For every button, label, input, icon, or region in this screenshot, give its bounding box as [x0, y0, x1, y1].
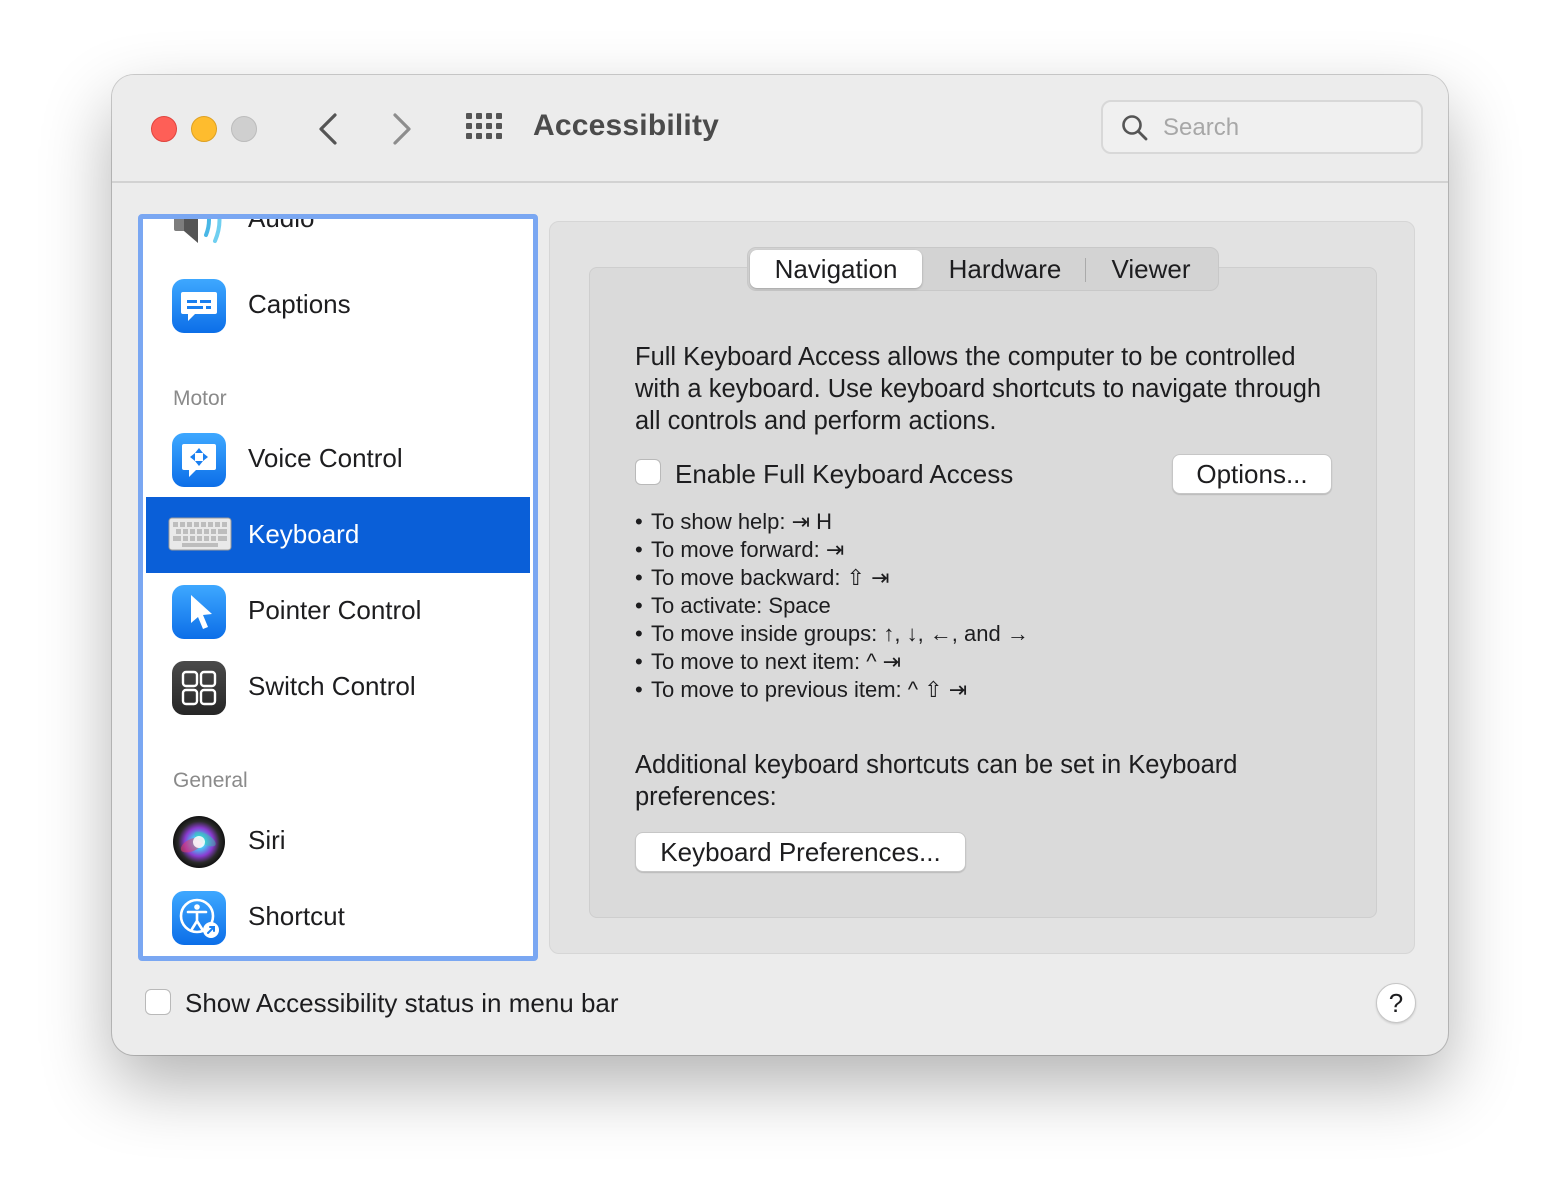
- search-field[interactable]: [1101, 100, 1423, 154]
- zoom-button[interactable]: [231, 116, 257, 142]
- sidebar-item-label: Voice Control: [248, 443, 403, 473]
- close-button[interactable]: [151, 116, 177, 142]
- shortcut-list: • To show help: ⇥ H • To move forward: ⇥ •…: [635, 508, 1335, 704]
- description-text: Full Keyboard Access allows the computer…: [635, 343, 1322, 435]
- list-item: • To activate: Space: [635, 593, 831, 618]
- options-button[interactable]: Options...: [1172, 454, 1332, 494]
- tab-navigation[interactable]: Navigation: [750, 250, 922, 288]
- list-item: • To move inside groups: ↑, ↓, ←, and →: [635, 621, 1029, 646]
- list-item: • To move forward: ⇥: [635, 537, 845, 562]
- voice-control-icon: [172, 433, 226, 487]
- back-button[interactable]: [308, 107, 348, 151]
- sidebar-item-label: Audio: [248, 214, 315, 233]
- search-input[interactable]: [1161, 110, 1415, 146]
- show-status-label: Show Accessibility status in menu bar: [185, 988, 619, 1018]
- chevron-left-icon: [319, 113, 337, 145]
- sidebar-item-shortcut[interactable]: Shortcut: [146, 879, 530, 955]
- accessibility-shortcut-icon: [172, 891, 226, 945]
- sidebar-item-label: Captions: [248, 289, 351, 319]
- forward-button[interactable]: [382, 107, 422, 151]
- captions-icon: [172, 279, 226, 333]
- sidebar-item-switch-control[interactable]: Switch Control: [146, 649, 530, 725]
- window-title: Accessibility: [533, 109, 720, 142]
- question-mark-icon: ?: [1388, 987, 1404, 1018]
- help-button[interactable]: ?: [1376, 983, 1416, 1023]
- chevron-right-icon: [393, 113, 411, 145]
- switch-control-icon: [172, 661, 226, 715]
- minimize-button[interactable]: [191, 116, 217, 142]
- preferences-window: Accessibility Audio: [112, 75, 1448, 1055]
- tab-divider: [1085, 258, 1086, 282]
- sidebar-item-siri[interactable]: Siri: [146, 803, 530, 879]
- sidebar-item-label: Shortcut: [248, 901, 345, 931]
- enable-keyboard-access-checkbox[interactable]: [635, 459, 661, 485]
- keyboard-preferences-button[interactable]: Keyboard Preferences...: [635, 832, 966, 872]
- enable-keyboard-access-label: Enable Full Keyboard Access: [675, 459, 1014, 489]
- sidebar-list[interactable]: Audio Captions Motor Voice Control Keybo…: [138, 214, 538, 961]
- content-panel: Full Keyboard Access allows the computer…: [549, 221, 1415, 954]
- keyboard-icon: [168, 517, 232, 551]
- section-header-general: General: [173, 769, 248, 792]
- show-status-checkbox[interactable]: [145, 989, 171, 1015]
- sidebar-item-label: Keyboard: [248, 519, 360, 549]
- sidebar-item-pointer-control[interactable]: Pointer Control: [146, 573, 530, 649]
- siri-icon: [172, 815, 226, 869]
- sidebar-item-keyboard[interactable]: Keyboard: [146, 497, 530, 573]
- section-header-motor: Motor: [173, 387, 227, 410]
- sidebar-item-label: Siri: [248, 825, 286, 855]
- sidebar-item-audio[interactable]: Audio: [146, 214, 530, 257]
- tab-bar: Navigation Hardware Viewer: [747, 247, 1219, 291]
- sidebar-item-label: Pointer Control: [248, 595, 422, 625]
- list-item: • To move to next item: ^ ⇥: [635, 649, 902, 674]
- list-item: • To move to previous item: ^ ⇧ ⇥: [635, 677, 968, 702]
- pointer-icon: [172, 585, 226, 639]
- speaker-icon: [172, 219, 226, 247]
- sidebar-item-voice-control[interactable]: Voice Control: [146, 421, 530, 497]
- tab-hardware[interactable]: Hardware: [926, 250, 1084, 288]
- sidebar-item-label: Switch Control: [248, 671, 416, 701]
- show-all-button[interactable]: [462, 109, 506, 149]
- additional-shortcuts-text: Additional keyboard shortcuts can be set…: [635, 751, 1238, 811]
- list-item: • To move backward: ⇧ ⇥: [635, 565, 890, 590]
- list-item: • To show help: ⇥ H: [635, 509, 833, 534]
- navigation-pane: Full Keyboard Access allows the computer…: [589, 267, 1377, 918]
- sidebar-item-captions[interactable]: Captions: [146, 267, 530, 343]
- title-bar: Accessibility: [112, 75, 1448, 183]
- search-icon: [1122, 115, 1148, 141]
- tab-viewer[interactable]: Viewer: [1088, 250, 1214, 288]
